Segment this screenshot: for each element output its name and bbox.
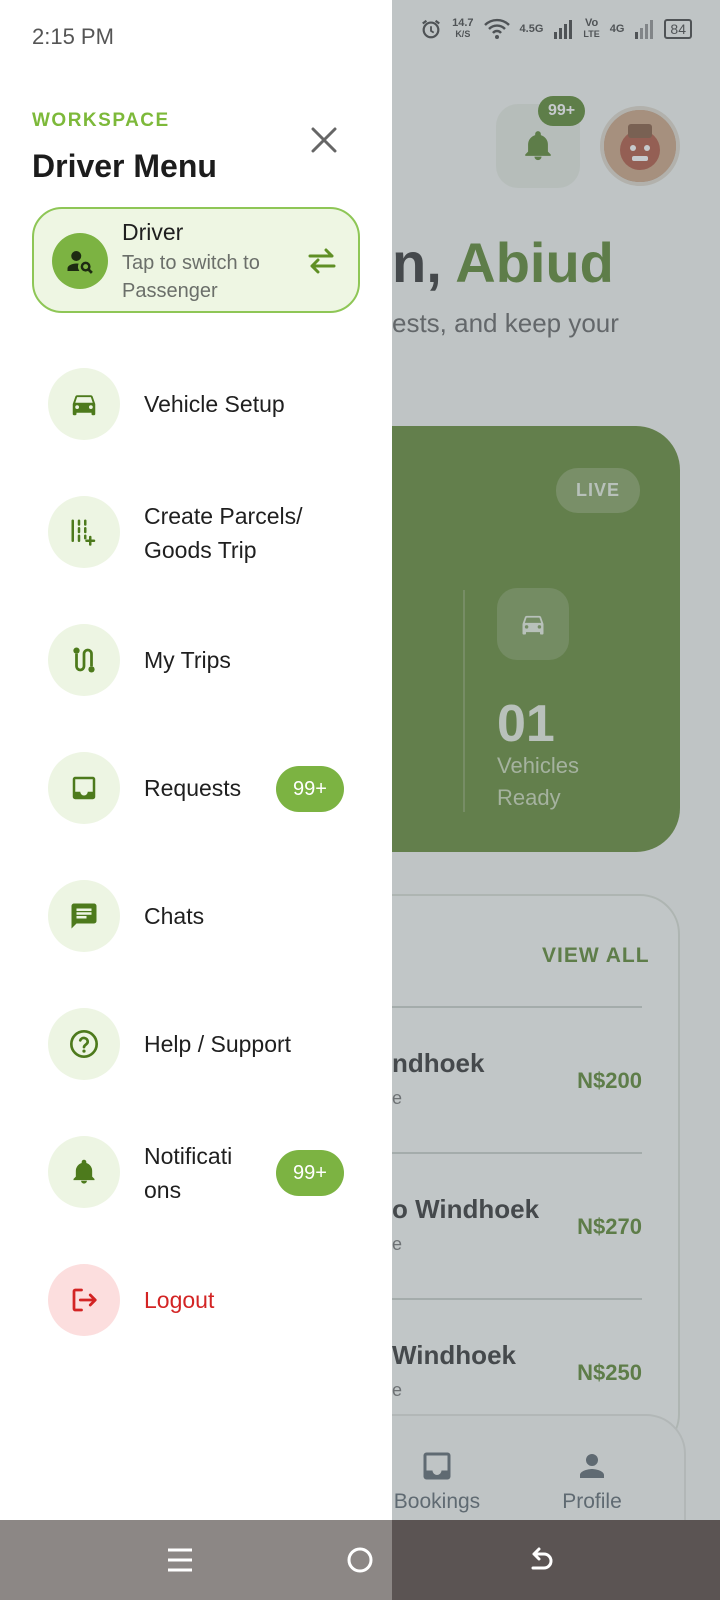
help-icon [70, 1030, 98, 1058]
menu-item-vehicle-setup[interactable]: Vehicle Setup [48, 368, 348, 442]
menu-item-label: Chats [144, 903, 205, 929]
menu-icon-circle [48, 624, 120, 696]
chat-icon [71, 903, 97, 929]
navigation-drawer: 2:15 PM WORKSPACE Driver Menu Driver Tap… [0, 0, 392, 1600]
home-circle-icon [347, 1547, 373, 1573]
menu-item-label: Notificati ons [144, 1143, 233, 1203]
inbox-icon [72, 776, 96, 800]
menu-lines-icon [168, 1548, 192, 1572]
menu-item-help-support[interactable]: Help / Support [48, 1008, 348, 1082]
swap-icon [308, 248, 336, 274]
menu-item-label: My Trips [144, 647, 231, 673]
menu-item-label: Logout [144, 1287, 215, 1313]
recents-button[interactable] [158, 1538, 202, 1582]
requests-count-badge: 99+ [276, 766, 344, 812]
status-time: 2:15 PM [32, 24, 114, 49]
back-button[interactable] [518, 1538, 562, 1582]
workspace-label: WORKSPACE [32, 110, 170, 131]
close-icon [311, 127, 337, 153]
menu-icon-circle [48, 496, 120, 568]
role-switch-hint: Tap to switch to Passenger [122, 252, 260, 302]
role-name: Driver [122, 219, 184, 245]
close-drawer-button[interactable] [304, 120, 344, 160]
menu-item-chats[interactable]: Chats [48, 880, 348, 954]
logout-icon [72, 1288, 97, 1312]
menu-item-label: Requests [144, 775, 242, 801]
menu-item-requests[interactable]: Requests 99+ [48, 752, 348, 826]
home-button[interactable] [338, 1538, 382, 1582]
menu-icon-circle [48, 1136, 120, 1208]
menu-item-notifications[interactable]: Notificati ons 99+ [48, 1136, 348, 1210]
car-icon [72, 395, 96, 416]
bell-icon [73, 1159, 95, 1184]
menu-icon-circle [48, 1264, 120, 1336]
system-navigation-bar [0, 1520, 720, 1600]
menu-item-label: Vehicle Setup [144, 391, 285, 417]
menu-icon-circle [48, 752, 120, 824]
menu-item-logout[interactable]: Logout [48, 1264, 348, 1338]
menu-icon-circle [48, 880, 120, 952]
role-switch-card[interactable]: Driver Tap to switch to Passenger [32, 207, 360, 313]
driver-role-icon [52, 233, 108, 289]
drawer-title: Driver Menu [32, 148, 217, 184]
route-icon [73, 647, 95, 673]
back-arrow-icon [531, 1547, 553, 1570]
person-search-icon [67, 251, 93, 274]
menu-icon-circle [48, 1008, 120, 1080]
menu-item-label: Create Parcels/ Goods Trip [144, 503, 303, 563]
parcel-add-icon [71, 519, 96, 546]
menu-item-label: Help / Support [144, 1031, 292, 1057]
notifications-count-badge: 99+ [276, 1150, 344, 1196]
menu-item-create-parcels[interactable]: Create Parcels/ Goods Trip [48, 496, 348, 570]
menu-item-my-trips[interactable]: My Trips [48, 624, 348, 698]
menu-icon-circle [48, 368, 120, 440]
